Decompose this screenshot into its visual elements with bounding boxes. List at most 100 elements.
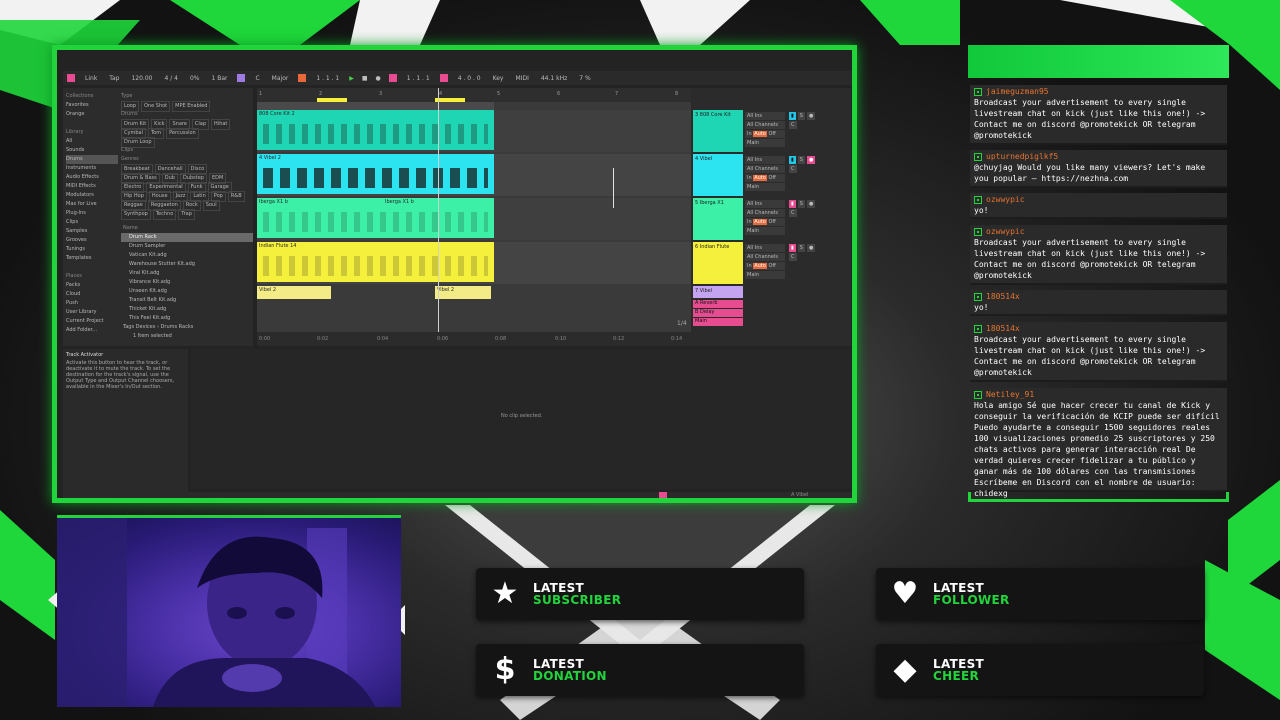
mixer-track-header[interactable]: 5 Iberga X1 [693, 198, 743, 240]
input-channel-select[interactable]: All Channels [745, 165, 785, 173]
input-type-select[interactable]: All Ins [745, 112, 785, 120]
place-cloud[interactable]: Cloud [66, 290, 118, 299]
place-clips[interactable]: Clips [66, 218, 118, 227]
midi-clip[interactable]: 808 Core Kit 2 [257, 110, 494, 150]
key-root[interactable]: C [253, 75, 261, 82]
place-templates[interactable]: Templates [66, 254, 118, 263]
place-favorites[interactable]: Favorites [66, 101, 118, 110]
file-item[interactable]: Drum Sampler [121, 242, 253, 251]
file-item[interactable]: Viral Kit.adg [121, 269, 253, 278]
monitor-off[interactable]: Off [768, 263, 775, 269]
file-item[interactable]: Unseen Kit.adg [121, 287, 253, 296]
track-activator-button[interactable]: ▮ [789, 200, 796, 208]
output-select[interactable]: Main [745, 139, 785, 147]
pan-knob[interactable]: C [789, 253, 797, 261]
arranger-track[interactable]: 4 Vibel 2 [257, 154, 691, 196]
song-position[interactable]: 1 . 1 . 1 [314, 75, 341, 82]
pan-knob[interactable]: C [789, 121, 797, 129]
input-channel-select[interactable]: All Channels [745, 253, 785, 261]
chat-username[interactable]: ozwwypic [986, 195, 1025, 205]
chat-username[interactable]: jaimeguzman95 [986, 87, 1049, 97]
chat-username[interactable]: upturnedpiglkf5 [986, 152, 1058, 162]
monitor-auto[interactable]: Auto [753, 219, 767, 225]
monitor-in[interactable]: In [747, 219, 752, 225]
track-activator-button[interactable]: ▮ [789, 244, 796, 252]
return-track-a[interactable]: A Reverb [693, 300, 743, 308]
solo-button[interactable]: S [797, 200, 805, 208]
chat-username[interactable]: 180514x [986, 292, 1020, 302]
record-circle-icon[interactable]: ● [376, 75, 381, 82]
place-samples[interactable]: Samples [66, 227, 118, 236]
output-select[interactable]: Main [745, 271, 785, 279]
swing-amount[interactable]: 0% [188, 75, 202, 82]
scale-select[interactable]: Major [270, 75, 291, 82]
audio-clip[interactable]: Vibel 2 [257, 286, 331, 299]
solo-button[interactable]: S [797, 244, 805, 252]
monitor-in[interactable]: In [747, 263, 752, 269]
midi-map-button[interactable]: MIDI [514, 75, 531, 82]
pan-knob[interactable]: C [789, 209, 797, 217]
loop-start[interactable]: 1 . 1 . 1 [405, 75, 432, 82]
tempo-field[interactable]: 120.00 [129, 75, 154, 82]
input-type-select[interactable]: All Ins [745, 200, 785, 208]
playhead[interactable] [438, 88, 439, 346]
mixer-track-header[interactable]: 4 Vibel [693, 154, 743, 196]
place-max-for-live[interactable]: Max for Live [66, 200, 118, 209]
monitor-off[interactable]: Off [768, 175, 775, 181]
place-user-library[interactable]: User Library [66, 308, 118, 317]
arrangement-record-icon[interactable] [298, 74, 307, 82]
automation-arm-icon[interactable] [388, 74, 397, 82]
monitor-auto[interactable]: Auto [753, 131, 767, 137]
monitor-off[interactable]: Off [768, 131, 775, 137]
chip-synthpop[interactable]: Synthpop [121, 209, 151, 220]
stop-icon[interactable]: ■ [362, 75, 368, 82]
record-icon[interactable] [67, 74, 75, 82]
input-type-select[interactable]: All Ins [745, 156, 785, 164]
tags-row[interactable]: Tags Devices › Drums Racks [121, 323, 253, 332]
place-modulators[interactable]: Modulators [66, 191, 118, 200]
chat-username[interactable]: ozwwypic [986, 227, 1025, 237]
input-channel-select[interactable]: All Channels [745, 209, 785, 217]
chip-trap[interactable]: Trap [178, 209, 195, 220]
place-packs[interactable]: Packs [66, 281, 118, 290]
chat-username[interactable]: 180514x [986, 324, 1020, 334]
file-item[interactable]: Drum Rack [121, 233, 253, 242]
monitor-off[interactable]: Off [768, 219, 775, 225]
main-track[interactable]: Main [693, 318, 743, 326]
time-signature[interactable]: 4 / 4 [162, 75, 179, 82]
chip-soul[interactable]: Soul [202, 200, 220, 211]
monitor-auto[interactable]: Auto [753, 175, 767, 181]
midi-clip[interactable]: Iberga X1 b Iberga X1 b [257, 198, 494, 238]
file-item[interactable]: This Feel Kit.adg [121, 314, 253, 323]
time-ruler[interactable]: 0:00 0:02 0:04 0:06 0:08 0:10 0:12 0:14 [257, 332, 691, 346]
monitor-auto[interactable]: Auto [753, 263, 767, 269]
place-push[interactable]: Push [66, 299, 118, 308]
solo-button[interactable]: S [797, 156, 805, 164]
midi-clip[interactable]: Indian Flute 14 [257, 242, 494, 282]
monitor-in[interactable]: In [747, 175, 752, 181]
link-button[interactable]: Link [83, 75, 99, 82]
beat-ruler[interactable]: 1 2 3 4 5 6 7 8 [257, 88, 691, 102]
input-type-select[interactable]: All Ins [745, 244, 785, 252]
quantize-select[interactable]: 1 Bar [209, 75, 229, 82]
place-drums[interactable]: Drums [66, 155, 118, 164]
place-orange[interactable]: Orange [66, 110, 118, 119]
output-select[interactable]: Main [745, 183, 785, 191]
place-instruments[interactable]: Instruments [66, 164, 118, 173]
arrangement-view[interactable]: 1 2 3 4 5 6 7 8 808 Core Kit 2 4 Vibel 2… [257, 88, 691, 346]
loop-switch-icon[interactable] [439, 74, 448, 82]
place-tunings[interactable]: Tunings [66, 245, 118, 254]
input-channel-select[interactable]: All Channels [745, 121, 785, 129]
pan-knob[interactable]: C [789, 165, 797, 173]
place-plugins[interactable]: Plug-Ins [66, 209, 118, 218]
arm-button[interactable]: ● [806, 112, 816, 120]
place-all[interactable]: All [66, 137, 118, 146]
return-track-b[interactable]: B Delay [693, 309, 743, 317]
arm-button[interactable]: ● [806, 200, 816, 208]
output-select[interactable]: Main [745, 227, 785, 235]
chip-rnb[interactable]: R&B [227, 191, 245, 202]
key-map-button[interactable]: Key [491, 75, 506, 82]
mixer-track-header[interactable]: 6 Indian Flute [693, 242, 743, 284]
arranger-track[interactable]: 808 Core Kit 2 [257, 110, 691, 152]
place-grooves[interactable]: Grooves [66, 236, 118, 245]
